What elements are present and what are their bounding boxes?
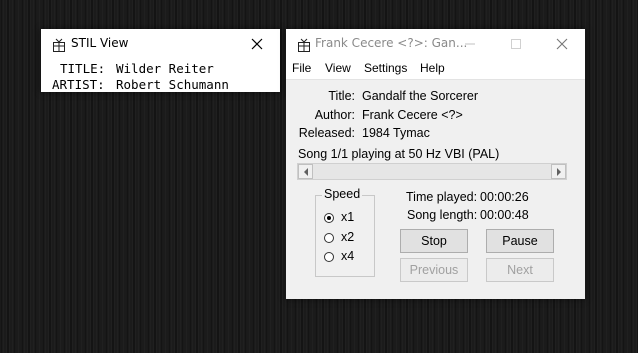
scroll-left-button[interactable] xyxy=(298,164,313,179)
stil-close-button[interactable] xyxy=(234,29,280,59)
speed-x1-label[interactable]: x1 xyxy=(341,210,354,224)
menu-separator xyxy=(286,79,585,80)
song-length-value: 00:00:48 xyxy=(480,208,529,222)
stil-artist-value: Robert Schumann xyxy=(116,77,229,92)
player-close-button[interactable] xyxy=(539,29,585,59)
speed-group-title: Speed xyxy=(322,187,363,201)
arrow-left-icon xyxy=(303,167,308,176)
song-scrollbar[interactable] xyxy=(297,163,567,180)
next-button[interactable]: Next xyxy=(486,258,554,282)
pause-button[interactable]: Pause xyxy=(486,229,554,253)
speed-group: Speed x1 x2 x4 xyxy=(315,187,375,277)
menu-view[interactable]: View xyxy=(325,61,351,75)
stil-view-window: STIL View TITLE: Wilder Reiter ARTIST: R… xyxy=(41,29,280,92)
playback-status: Song 1/1 playing at 50 Hz VBI (PAL) xyxy=(298,147,500,161)
stil-title-bar[interactable]: STIL View xyxy=(41,29,280,59)
stil-window-title: STIL View xyxy=(71,36,129,50)
stil-title-value: Wilder Reiter xyxy=(116,61,214,76)
menu-settings[interactable]: Settings xyxy=(364,61,407,75)
maximize-button[interactable] xyxy=(493,29,539,59)
title-label: Title: xyxy=(328,89,355,103)
stil-title-label: TITLE: xyxy=(60,61,106,76)
player-title-bar[interactable]: Frank Cecere <?>: Gan... xyxy=(286,29,585,59)
speed-x1-radio[interactable] xyxy=(324,213,334,223)
speed-x2-label[interactable]: x2 xyxy=(341,230,354,244)
time-played-label: Time played: xyxy=(406,190,478,204)
menu-help[interactable]: Help xyxy=(420,61,445,75)
time-played-value: 00:00:26 xyxy=(480,190,529,204)
close-icon xyxy=(556,38,568,50)
stop-button[interactable]: Stop xyxy=(400,229,468,253)
speed-x4-label[interactable]: x4 xyxy=(341,249,354,263)
song-length-label: Song length: xyxy=(407,208,478,222)
author-value: Frank Cecere <?> xyxy=(362,108,463,122)
title-value: Gandalf the Sorcerer xyxy=(362,89,479,103)
app-icon xyxy=(297,37,311,52)
menu-bar: File View Settings Help xyxy=(286,59,585,79)
previous-button[interactable]: Previous xyxy=(400,258,468,282)
speed-x2-radio[interactable] xyxy=(324,233,334,243)
author-label: Author: xyxy=(314,108,355,122)
released-label: Released: xyxy=(298,126,355,140)
speed-x4-radio[interactable] xyxy=(324,252,334,262)
scroll-right-button[interactable] xyxy=(551,164,566,179)
close-icon xyxy=(251,38,263,50)
app-icon xyxy=(52,37,66,52)
player-window: Frank Cecere <?>: Gan... File View Setti… xyxy=(286,29,585,299)
arrow-right-icon xyxy=(556,167,561,176)
released-value: 1984 Tymac xyxy=(362,126,430,140)
maximize-icon xyxy=(511,39,521,49)
stil-artist-label: ARTIST: xyxy=(52,77,105,92)
minimize-button[interactable] xyxy=(447,29,493,59)
player-window-title: Frank Cecere <?>: Gan... xyxy=(315,36,468,50)
minimize-icon xyxy=(465,43,475,45)
menu-file[interactable]: File xyxy=(292,61,311,75)
